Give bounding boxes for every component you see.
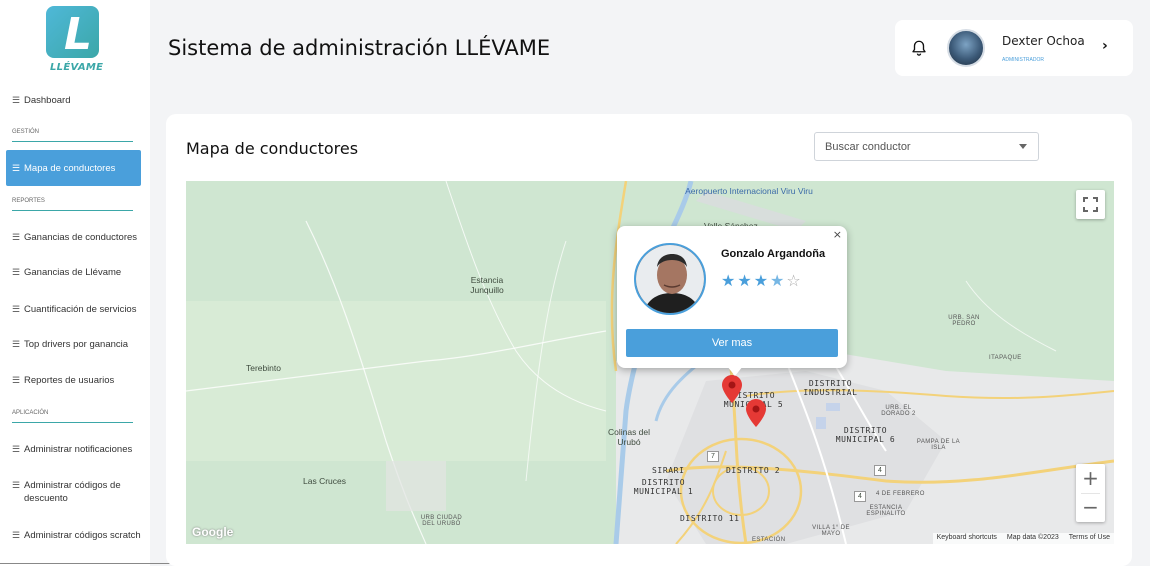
zoom-control: + −: [1076, 464, 1105, 522]
list-icon: ☰: [12, 444, 21, 454]
driver-face: [636, 245, 704, 313]
caret-down-icon: [1019, 144, 1027, 149]
empty-star-icon: ☆: [786, 271, 803, 290]
zoom-out-button[interactable]: −: [1076, 493, 1105, 522]
star-icon: ★★★: [721, 271, 771, 290]
road-shield-4: 4: [874, 465, 886, 476]
avatar[interactable]: [947, 29, 985, 67]
logo-mark: L: [46, 6, 99, 60]
map-label-urb-ciudad: URB CIUDAD DEL URUBÓ: [420, 515, 463, 527]
section-divider: [12, 141, 133, 142]
llevame-logo[interactable]: L LLÉVAME: [46, 6, 104, 74]
bell-icon[interactable]: [910, 37, 928, 59]
sidebar-item-label: Administrar notificaciones: [24, 444, 133, 455]
list-icon: ☰: [12, 339, 21, 349]
sidebar-item-codigos-scratch[interactable]: ☰ Administrar códigos scratch: [6, 529, 141, 542]
map-attribution: Keyboard shortcuts Map data ©2023 Terms …: [932, 533, 1114, 544]
map-label-dm6: DISTRITO MUNICIPAL 6: [835, 426, 896, 444]
page-title: Sistema de administración LLÉVAME: [168, 36, 551, 60]
half-star-icon: ★: [770, 271, 787, 290]
fullscreen-button[interactable]: [1076, 190, 1105, 219]
section-reportes: REPORTES: [12, 198, 45, 204]
chevron-right-icon[interactable]: ›: [1102, 38, 1108, 54]
road-shield-4: 4: [854, 491, 866, 502]
driver-rating: ★★★★☆: [721, 271, 803, 290]
map-data-text: Map data ©2023: [1006, 534, 1059, 541]
logo-text: LLÉVAME: [50, 62, 104, 73]
list-icon: ☰: [12, 267, 21, 277]
map-label-villa: VILLA 1° DE MAYO: [812, 525, 850, 537]
zoom-in-button[interactable]: +: [1076, 464, 1105, 493]
map-label-dm1: DISTRITO MUNICIPAL 1: [633, 478, 694, 496]
list-icon: ☰: [12, 304, 21, 314]
sidebar-item-codigos-descuento[interactable]: ☰ Administrar códigos de descuento: [6, 479, 141, 505]
list-icon: ☰: [12, 480, 21, 490]
map-label-estacion: ESTACIÓN: [752, 537, 786, 543]
map-label-terebinto: Terebinto: [246, 363, 281, 373]
map-label-colinas: Colinas del Urubó: [607, 427, 651, 447]
list-icon: ☰: [12, 375, 21, 385]
road-shield-7: 7: [707, 451, 719, 462]
map-section-title: Mapa de conductores: [186, 139, 359, 158]
map-label-sirari: SIRARI: [652, 466, 685, 475]
close-icon[interactable]: ×: [833, 228, 842, 241]
map-label-d11: DISTRITO 11: [680, 514, 740, 523]
driver-info-window: × Gonzalo Argandoña ★★★★☆ Ver mas: [617, 226, 847, 376]
sidebar-item-label: Mapa de conductores: [24, 162, 116, 174]
map-label-estancia: Estancia Junquillo: [470, 275, 504, 295]
section-gestion: GESTIÓN: [12, 129, 40, 135]
popup-tail: [727, 366, 743, 376]
driver-search-select[interactable]: Buscar conductor: [814, 132, 1039, 161]
list-icon: ☰: [12, 232, 21, 242]
sidebar-item-label: Ganancias de Llévame: [24, 267, 122, 278]
sidebar-item-top-drivers[interactable]: ☰ Top drivers por ganancia: [6, 338, 141, 351]
select-placeholder: Buscar conductor: [825, 141, 911, 153]
sidebar-item-cuantificacion[interactable]: ☰ Cuantificación de servicios: [6, 303, 141, 316]
sidebar-item-ganancias-conductores[interactable]: ☰ Ganancias de conductores: [6, 231, 141, 244]
sidebar-item-dashboard[interactable]: ☰ Dashboard: [6, 94, 141, 107]
sidebar-item-reportes-usuarios[interactable]: ☰ Reportes de usuarios: [6, 374, 141, 387]
ver-mas-button[interactable]: Ver mas: [626, 329, 838, 357]
list-icon: ☰: [12, 163, 21, 173]
sidebar-item-label: Cuantificación de servicios: [24, 304, 137, 315]
user-role: ADMINISTRADOR: [1002, 57, 1044, 63]
sidebar-item-ganancias-llevame[interactable]: ☰ Ganancias de Llévame: [6, 266, 141, 279]
sidebar-item-label: Reportes de usuarios: [24, 375, 115, 386]
driver-marker[interactable]: [746, 399, 766, 427]
sidebar-item-label: Top drivers por ganancia: [24, 339, 129, 350]
list-icon: ☰: [12, 95, 21, 105]
map-label-industrial: DISTRITO INDUSTRIAL: [803, 379, 858, 397]
fullscreen-icon: [1083, 197, 1098, 212]
sidebar-item-label: Administrar códigos de descuento: [24, 480, 121, 504]
driver-marker[interactable]: [722, 375, 742, 403]
list-icon: ☰: [12, 530, 21, 540]
sidebar-item-label: Ganancias de conductores: [24, 232, 138, 243]
section-divider: [12, 210, 133, 211]
user-card[interactable]: Dexter Ochoa ADMINISTRADOR ›: [895, 20, 1133, 76]
map-label-estancia-espinalito: ESTANCIA ESPINALITO: [866, 505, 906, 517]
driver-name: Gonzalo Argandoña: [721, 248, 826, 260]
terms-link[interactable]: Terms of Use: [1069, 534, 1110, 543]
sidebar-item-mapa-conductores[interactable]: ☰ Mapa de conductores: [6, 150, 141, 186]
user-name: Dexter Ochoa: [1002, 34, 1085, 48]
map-label-feb: 4 DE FEBRERO: [876, 491, 925, 497]
map-label-airport: Aeropuerto Internacional Viru Viru: [685, 186, 813, 196]
map-label-itapaque: ITAPAQUE: [989, 355, 1022, 361]
map-label-pampa: PAMPA DE LA ISLA: [916, 439, 961, 451]
sidebar-item-notificaciones[interactable]: ☰ Administrar notificaciones: [6, 443, 141, 456]
map-label-las-cruces: Las Cruces: [303, 476, 346, 486]
driver-photo: [634, 243, 706, 315]
section-divider: [12, 422, 133, 423]
map-label-san-pedro: URB. SAN PEDRO: [948, 315, 980, 327]
section-aplicacion: APLICACIÓN: [12, 410, 49, 416]
keyboard-shortcuts-link[interactable]: Keyboard shortcuts: [937, 534, 997, 543]
sidebar-item-label: Dashboard: [24, 95, 71, 106]
map-label-el-dorado: URB. EL DORADO 2: [881, 405, 916, 417]
sidebar-item-label: Administrar códigos scratch: [24, 530, 141, 541]
sidebar: L LLÉVAME ☰ Dashboard GESTIÓN ☰ Mapa de …: [0, 0, 150, 566]
google-logo[interactable]: Google: [192, 525, 233, 539]
map-label-d2: DISTRITO 2: [726, 466, 781, 475]
